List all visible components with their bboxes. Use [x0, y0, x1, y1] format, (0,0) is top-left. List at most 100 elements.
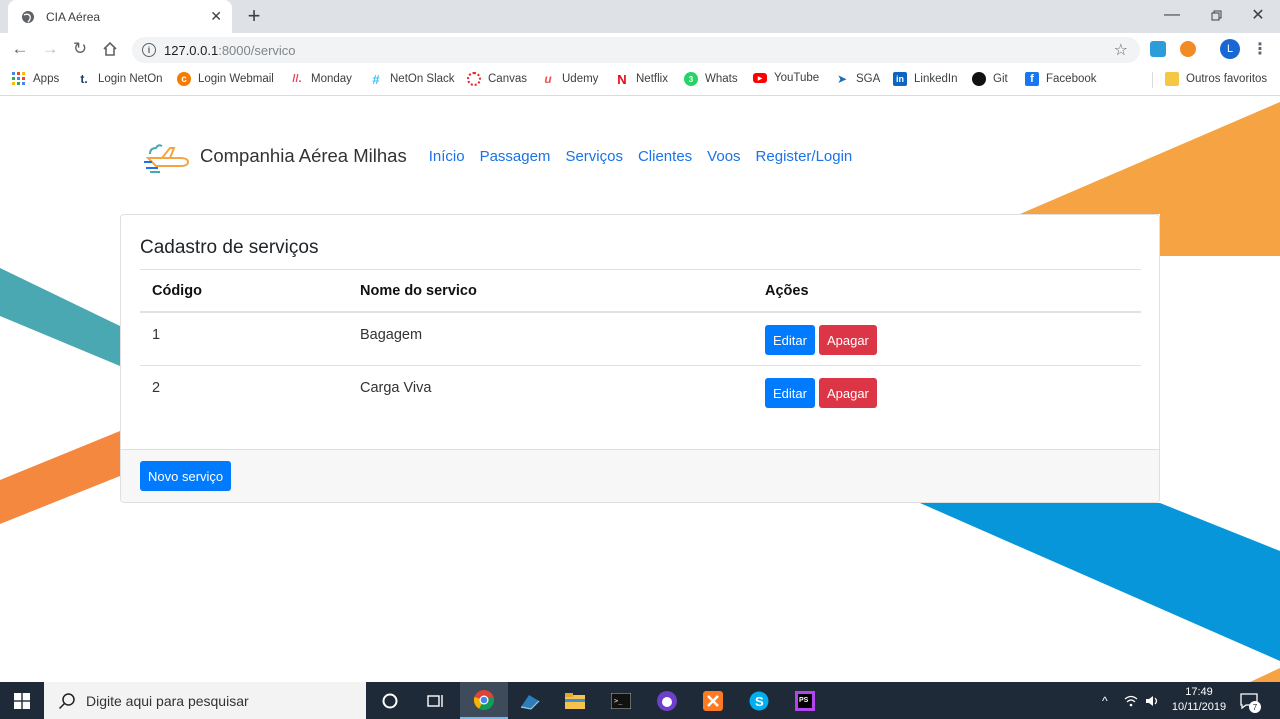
page-viewport: Companhia Aérea Milhas Início Passagem S…	[0, 96, 1280, 682]
new-tab-button[interactable]: +	[244, 4, 264, 28]
tray-chevron-icon[interactable]: ^	[1102, 682, 1108, 719]
extension-trello-icon[interactable]	[1150, 41, 1166, 57]
home-icon[interactable]	[99, 38, 121, 60]
nav-link-clientes[interactable]: Clientes	[638, 148, 692, 165]
volume-icon[interactable]	[1145, 682, 1161, 719]
neton-icon: t.	[80, 72, 88, 86]
delete-button[interactable]: Apagar	[818, 378, 877, 408]
site-navbar: Companhia Aérea Milhas Início Passagem S…	[136, 128, 867, 184]
svg-text:S: S	[755, 694, 764, 709]
cortana-icon[interactable]	[366, 682, 414, 719]
bookmark-apps[interactable]: Apps	[12, 72, 59, 86]
brand-name[interactable]: Companhia Aérea Milhas	[200, 145, 407, 167]
task-view-icon[interactable]	[412, 682, 460, 719]
linkedin-icon: in	[893, 72, 907, 86]
restore-icon[interactable]	[1194, 0, 1238, 30]
clock-time: 17:49	[1185, 686, 1213, 698]
folder-icon	[1165, 72, 1179, 86]
bookmark-canvas[interactable]: Canvas	[467, 72, 527, 86]
wifi-icon[interactable]	[1124, 682, 1138, 719]
bookmark-udemy[interactable]: u Udemy	[541, 72, 598, 86]
facebook-icon: f	[1025, 72, 1039, 86]
forward-arrow-icon[interactable]: →	[39, 38, 61, 60]
phpstorm-icon[interactable]: PS	[781, 682, 829, 719]
delete-button[interactable]: Apagar	[818, 325, 877, 355]
udemy-icon: u	[544, 72, 552, 86]
extension-orange-icon[interactable]	[1180, 41, 1196, 57]
info-icon[interactable]: i	[142, 43, 156, 57]
mysql-workbench-icon[interactable]	[506, 682, 554, 719]
row-actions: Editar Apagar	[765, 325, 881, 355]
tab-strip: CIA Aérea ✕ + — ✕	[0, 0, 1280, 33]
bookmark-monday[interactable]: //. Monday	[290, 72, 352, 86]
header-acoes: Ações	[765, 282, 809, 299]
nav-link-register-login[interactable]: Register/Login	[756, 148, 853, 165]
url-text: 127.0.0.1:8000/servico	[164, 43, 296, 58]
whatsapp-icon: 3	[684, 72, 698, 86]
bookmark-whats[interactable]: 3 Whats	[684, 72, 738, 86]
card-footer: Novo serviço	[121, 449, 1159, 502]
browser-toolbar: ← → ↻ i 127.0.0.1:8000/servico ☆ L ⋮	[0, 33, 1280, 65]
bookmark-login-webmail[interactable]: c Login Webmail	[177, 72, 274, 86]
close-window-icon[interactable]: ✕	[1236, 0, 1280, 30]
sga-icon: ➤	[836, 72, 848, 86]
bookmarks-bar: Apps t. Login NetOn c Login Webmail //. Mon…	[0, 65, 1280, 96]
profile-avatar[interactable]: L	[1220, 39, 1240, 59]
header-nome: Nome do servico	[360, 282, 477, 299]
browser-tab[interactable]: CIA Aérea ✕	[8, 0, 232, 33]
notification-center-icon[interactable]: 7	[1240, 682, 1261, 719]
system-clock[interactable]: 17:49 10/11/2019	[1168, 685, 1230, 715]
windows-start-icon[interactable]	[0, 682, 44, 719]
bookmark-git[interactable]: Git	[972, 72, 1008, 86]
table-row: 1 Bagagem Editar Apagar	[140, 313, 1141, 366]
nav-link-inicio[interactable]: Início	[429, 148, 465, 165]
svg-text:PS: PS	[799, 697, 809, 704]
back-arrow-icon[interactable]: ←	[9, 38, 31, 60]
github-desktop-icon[interactable]	[643, 682, 691, 719]
netflix-icon: N	[617, 71, 627, 87]
windows-taskbar: Digite aqui para pesquisar >_ S PS ^ 17:…	[0, 682, 1280, 719]
terminal-icon[interactable]: >_	[597, 682, 645, 719]
minimize-icon[interactable]: —	[1150, 0, 1194, 30]
row-name: Bagagem	[360, 327, 423, 343]
skype-icon[interactable]: S	[735, 682, 783, 719]
services-card: Cadastro de serviços Código Nome do serv…	[120, 214, 1160, 503]
apps-grid-icon	[12, 72, 26, 86]
header-codigo: Código	[152, 282, 202, 299]
card-title: Cadastro de serviços	[140, 237, 319, 258]
reload-icon[interactable]: ↻	[69, 38, 91, 60]
globe-icon	[20, 9, 36, 25]
bookmark-netflix[interactable]: N Netflix	[615, 71, 668, 87]
row-actions: Editar Apagar	[765, 378, 881, 408]
monday-icon: //.	[292, 73, 302, 85]
row-code: 2	[152, 380, 161, 396]
bookmark-youtube[interactable]: ▶ YouTube	[753, 72, 819, 84]
table-header: Código Nome do servico Ações	[140, 269, 1141, 313]
file-explorer-icon[interactable]	[551, 682, 599, 719]
nav-link-passagem[interactable]: Passagem	[480, 148, 551, 165]
airplane-logo-icon[interactable]	[136, 128, 192, 184]
new-service-button[interactable]: Novo serviço	[140, 461, 232, 491]
bookmark-sga[interactable]: ➤ SGA	[835, 72, 880, 86]
nav-link-voos[interactable]: Voos	[707, 148, 740, 165]
bookmark-linkedin[interactable]: in LinkedIn	[893, 72, 957, 86]
webmail-icon: c	[177, 72, 191, 86]
chrome-taskbar-icon[interactable]	[460, 682, 508, 719]
bookmark-neton-slack[interactable]: # NetOn Slack	[369, 72, 454, 87]
xampp-icon[interactable]	[689, 682, 737, 719]
bookmark-other-favorites[interactable]: Outros favoritos	[1165, 72, 1267, 86]
bookmark-facebook[interactable]: f Facebook	[1025, 72, 1097, 86]
table-row: 2 Carga Viva Editar Apagar	[140, 366, 1141, 419]
tab-title: CIA Aérea	[46, 9, 101, 24]
bookmark-login-neton[interactable]: t. Login NetOn	[77, 72, 162, 86]
nav-link-servicos[interactable]: Serviços	[565, 148, 623, 165]
address-bar[interactable]: i 127.0.0.1:8000/servico ☆	[132, 37, 1140, 63]
edit-button[interactable]: Editar	[765, 378, 815, 408]
search-placeholder: Digite aqui para pesquisar	[86, 692, 249, 709]
edit-button[interactable]: Editar	[765, 325, 815, 355]
taskbar-search-input[interactable]: Digite aqui para pesquisar	[44, 682, 366, 719]
bookmark-divider	[1152, 72, 1153, 88]
menu-kebab-icon[interactable]: ⋮	[1249, 38, 1271, 60]
close-tab-icon[interactable]: ✕	[210, 8, 222, 25]
bookmark-star-icon[interactable]: ☆	[1114, 40, 1128, 60]
